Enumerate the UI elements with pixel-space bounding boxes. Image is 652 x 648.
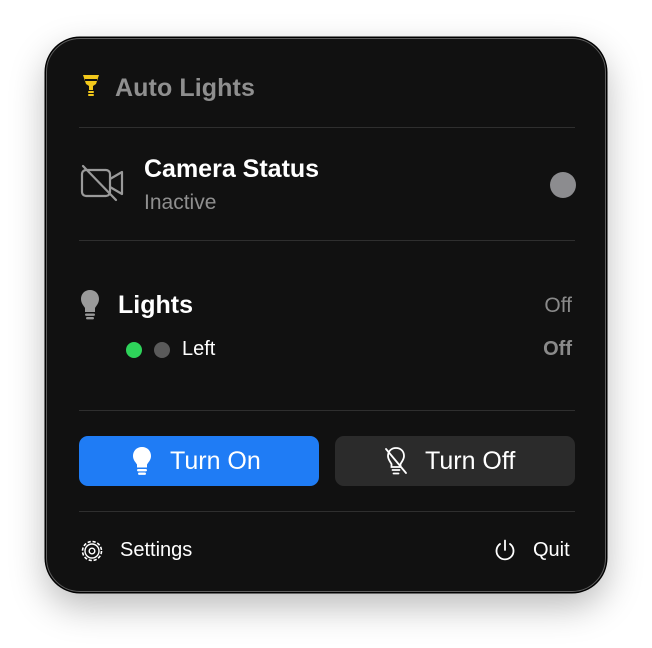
lightbulb-icon — [79, 72, 103, 105]
camera-off-icon — [80, 164, 126, 207]
turn-on-label: Turn On — [170, 447, 261, 475]
auto-lights-popover: Auto Lights Camera Status Inactive Light… — [46, 38, 606, 592]
turn-off-label: Turn Off — [425, 447, 516, 475]
camera-status-title: Camera Status — [144, 155, 320, 183]
device-state: Off — [543, 338, 572, 360]
turn-off-button[interactable]: Turn Off — [335, 436, 575, 486]
lights-divider — [79, 410, 575, 411]
lights-overall-state: Off — [544, 294, 572, 317]
actions-divider — [79, 511, 575, 512]
camera-divider — [79, 240, 575, 241]
quit-label: Quit — [533, 539, 570, 561]
turn-on-button[interactable]: Turn On — [79, 436, 319, 486]
app-title: Auto Lights — [115, 74, 255, 102]
header-divider — [79, 127, 575, 128]
device-reachable-dot — [126, 342, 142, 358]
settings-label: Settings — [120, 539, 193, 561]
power-icon — [493, 538, 517, 567]
camera-status-indicator — [550, 172, 576, 198]
gear-icon — [80, 539, 104, 568]
camera-status-value: Inactive — [144, 191, 217, 214]
lightbulb-slash-icon — [384, 446, 408, 483]
device-name: Left — [182, 338, 216, 360]
device-power-dot — [154, 342, 170, 358]
lightbulb-icon — [132, 446, 152, 483]
lights-section-title: Lights — [118, 291, 193, 319]
lightbulb-icon — [80, 289, 100, 326]
